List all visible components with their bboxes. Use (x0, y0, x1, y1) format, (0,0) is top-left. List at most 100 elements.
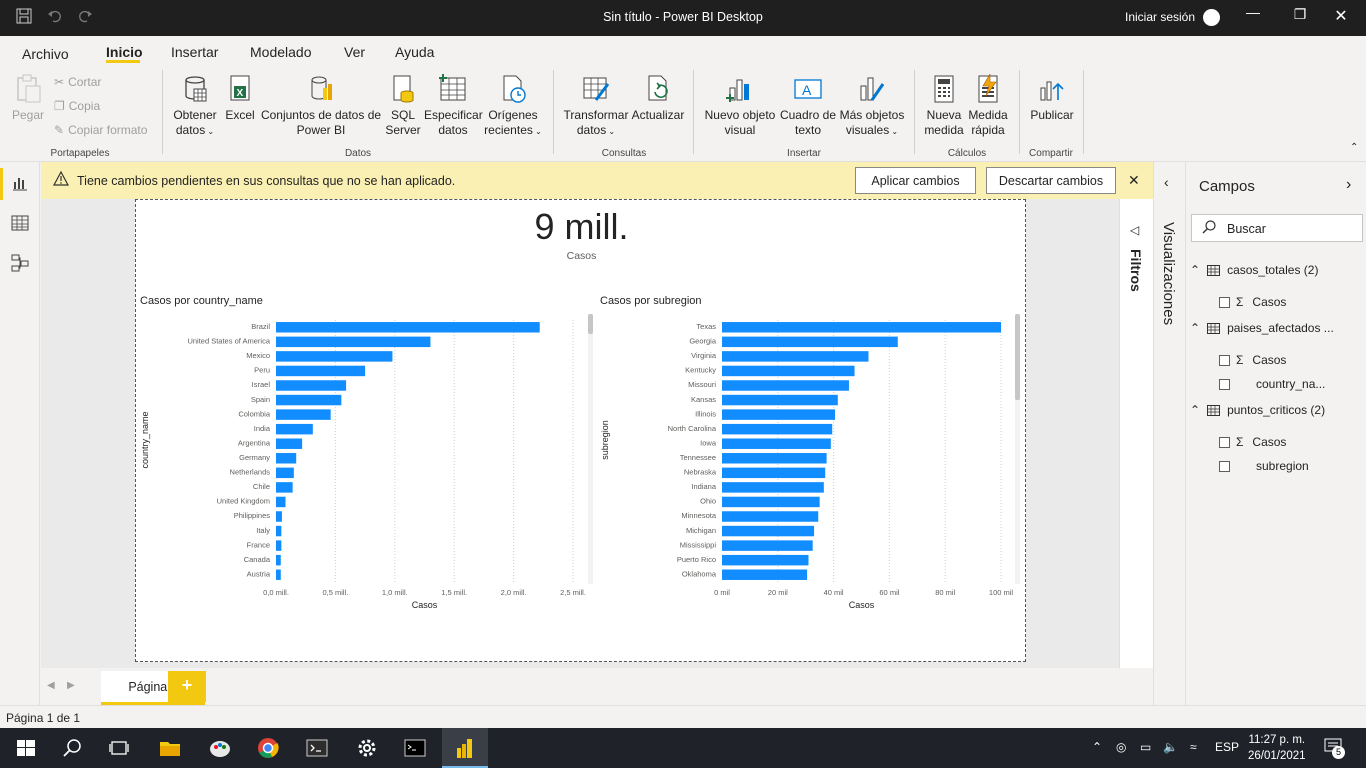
signin-link[interactable]: Iniciar sesión (1125, 10, 1195, 24)
volume-icon[interactable]: 🔈 (1163, 740, 1178, 754)
chevron-up-icon[interactable]: ⌃ (1092, 740, 1102, 754)
y-tick-label: Indiana (691, 482, 716, 491)
task-view-icon[interactable] (108, 736, 132, 760)
brush-icon: ✎ (54, 123, 65, 137)
field-casos[interactable]: Σ Casos (1219, 295, 1286, 309)
recent-sources-button[interactable]: Orígenes recientes ⌄ (484, 74, 542, 139)
y-tick-label: Canada (244, 555, 271, 564)
x-tick-label: 80 mil (935, 588, 955, 597)
field-checkbox[interactable] (1219, 378, 1230, 390)
clock[interactable]: 11:27 p. m. 26/01/2021 (1248, 732, 1306, 764)
powerbi-datasets-button[interactable]: Conjuntos de datos de Power BI (260, 74, 382, 138)
table-paises-afectados[interactable]: ⌃ paises_afectados ... (1190, 321, 1334, 335)
quick-measure-button[interactable]: Medida rápida (966, 74, 1010, 138)
file-explorer-icon[interactable] (158, 736, 182, 760)
report-page: 9 mill. Casos Casos por country_name coun… (135, 199, 1026, 662)
bar (722, 351, 869, 362)
add-page-button[interactable]: + (168, 671, 206, 702)
visualizations-pane[interactable]: ‹ Visualizaciones (1153, 162, 1185, 705)
table-puntos-criticos[interactable]: ⌃ puntos_criticos (2) (1190, 403, 1325, 417)
battery-icon[interactable]: ▭ (1140, 740, 1151, 754)
copy-icon: ❐ (54, 99, 65, 113)
refresh-button[interactable]: Actualizar (630, 74, 686, 123)
field-checkbox[interactable] (1219, 460, 1230, 472)
language-indicator[interactable]: ESP (1215, 740, 1239, 754)
data-view-icon[interactable] (11, 214, 29, 232)
wifi-icon[interactable]: ≈ (1190, 740, 1197, 754)
model-view-icon[interactable] (11, 254, 29, 272)
country-bar-chart[interactable]: Casos por country_name country_name 0,0 mi… (136, 290, 596, 620)
table-casos-totales[interactable]: ⌃ casos_totales (2) (1190, 263, 1318, 277)
pending-changes-bar: Tiene cambios pendientes en sus consulta… (41, 162, 1153, 199)
excel-button[interactable]: X Excel (224, 74, 256, 123)
format-painter-button[interactable]: ✎ Copiar formato (54, 123, 147, 137)
enter-data-button[interactable]: Especificar datos (424, 74, 483, 138)
discard-changes-button[interactable]: Descartar cambios (986, 167, 1116, 194)
minimize-icon[interactable]: — (1238, 4, 1268, 20)
chevron-left-icon[interactable]: ‹ (1164, 174, 1169, 190)
windows-start-icon[interactable] (14, 736, 38, 760)
sql-server-button[interactable]: SQL Server (384, 74, 422, 138)
terminal-icon[interactable] (305, 736, 329, 760)
search-icon[interactable] (60, 736, 84, 760)
chevron-right-icon[interactable]: › (1346, 176, 1351, 194)
field-checkbox[interactable] (1219, 436, 1230, 448)
card-value[interactable]: 9 mill. (136, 206, 1027, 248)
notifications-icon[interactable]: 5 (1324, 738, 1346, 759)
y-tick-label: Kentucky (685, 366, 716, 375)
publish-button[interactable]: Publicar (1026, 74, 1078, 123)
field-checkbox[interactable] (1219, 296, 1230, 308)
powerbi-icon (457, 739, 472, 758)
y-tick-label: Austria (247, 569, 271, 578)
menu-ver[interactable]: Ver (344, 44, 365, 60)
report-view-icon[interactable] (11, 174, 29, 192)
new-visual-button[interactable]: Nuevo objeto visual (702, 74, 778, 138)
fields-search-input[interactable]: Buscar (1191, 214, 1363, 242)
subregion-bar-chart[interactable]: Casos por subregion subregion 0 mil 20 mil 4… (596, 290, 1026, 620)
filter-icon: ◁ (1130, 223, 1140, 237)
group-label-data: Datos (344, 148, 372, 159)
y-tick-label: France (247, 540, 270, 549)
apply-changes-button[interactable]: Aplicar cambios (855, 167, 976, 194)
field-casos[interactable]: Σ Casos (1219, 353, 1286, 367)
copy-button[interactable]: ❐ Copia (54, 99, 100, 113)
collapse-ribbon-icon[interactable]: ⌃ (1350, 142, 1358, 153)
paint-icon[interactable] (208, 736, 232, 760)
close-warning-icon[interactable]: ✕ (1128, 172, 1140, 189)
transform-data-button[interactable]: Transformar datos ⌄ (562, 74, 630, 139)
field-checkbox[interactable] (1219, 354, 1230, 366)
avatar[interactable] (1203, 9, 1220, 26)
text-box-button[interactable]: A Cuadro de texto (778, 74, 838, 138)
settings-gear-icon[interactable] (355, 736, 379, 760)
chrome-icon[interactable] (256, 736, 280, 760)
filters-pane[interactable]: ◁ Filtros (1119, 199, 1153, 705)
powerbi-taskbar-item[interactable] (442, 728, 488, 768)
get-data-button[interactable]: Obtener datos ⌄ (170, 74, 220, 139)
y-tick-label: Tennessee (680, 453, 716, 462)
cmd-icon[interactable] (403, 736, 427, 760)
menu-modelado[interactable]: Modelado (250, 44, 312, 60)
prev-page-icon[interactable]: ◀ (47, 680, 55, 691)
menu-bar: Archivo Inicio Insertar Modelado Ver Ayu… (0, 36, 1366, 66)
cut-button[interactable]: ✂ Cortar (54, 75, 101, 89)
menu-archivo[interactable]: Archivo (22, 46, 69, 62)
menu-insertar[interactable]: Insertar (171, 44, 218, 60)
y-tick-label: Israel (252, 380, 271, 389)
filters-label[interactable]: Filtros (1128, 249, 1144, 292)
ribbon: Pegar ✂ Cortar ❐ Copia ✎ Copiar formato Por… (0, 66, 1366, 162)
close-icon[interactable]: ✕ (1326, 6, 1356, 26)
collapse-chevron-icon: ⌃ (1190, 321, 1201, 335)
next-page-icon[interactable]: ▶ (67, 680, 75, 691)
webcam-icon[interactable]: ◎ (1116, 740, 1126, 754)
more-visuals-button[interactable]: Más objetos visuales ⌄ (838, 74, 906, 139)
maximize-icon[interactable]: ❐ (1285, 6, 1315, 23)
paste-button[interactable]: Pegar (8, 74, 48, 123)
visualizations-label[interactable]: Visualizaciones (1160, 222, 1177, 325)
menu-inicio[interactable]: Inicio (106, 44, 143, 60)
field-country-name[interactable]: country_na... (1219, 377, 1325, 391)
bar (276, 482, 293, 493)
menu-ayuda[interactable]: Ayuda (395, 44, 434, 60)
field-casos[interactable]: Σ Casos (1219, 435, 1286, 449)
field-subregion[interactable]: subregion (1219, 459, 1309, 473)
new-measure-button[interactable]: Nueva medida (922, 74, 966, 138)
